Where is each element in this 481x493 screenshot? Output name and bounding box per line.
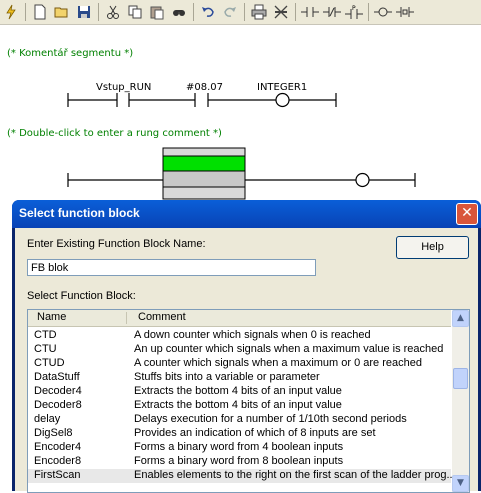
list-item-comment: Forms a binary word from 8 boolean input… — [134, 455, 344, 467]
list-item[interactable]: CTUD A counter which signals when a maxim… — [28, 357, 451, 371]
toolbar-separator — [25, 3, 26, 21]
cut-icon[interactable] — [103, 2, 123, 22]
list-item-name: DigSel8 — [34, 427, 73, 439]
list-item-comment: Extracts the bottom 4 bits of an input v… — [134, 385, 342, 397]
open-folder-icon[interactable] — [52, 2, 72, 22]
list-item-comment: Forms a binary word from 4 boolean input… — [134, 441, 344, 453]
list-item-name: Decoder8 — [34, 399, 82, 411]
select-list-label: Select Function Block: — [27, 290, 136, 302]
list-item[interactable]: Decoder4 Extracts the bottom 4 bits of an… — [28, 385, 451, 399]
find-icon[interactable] — [169, 2, 189, 22]
toolbar-separator — [295, 3, 296, 21]
rung-comment[interactable]: (* Double-click to enter a rung comment … — [7, 128, 222, 139]
list-item-name: CTD — [34, 329, 57, 341]
list-item-comment: A down counter which signals when 0 is r… — [134, 329, 371, 341]
dialog-body: Enter Existing Function Block Name: Help… — [15, 228, 478, 493]
toolbar-separator — [193, 3, 194, 21]
list-item-name: Encoder8 — [34, 455, 82, 467]
toolbar-separator — [244, 3, 245, 21]
list-item[interactable]: Encoder4 Forms a binary word from 4 boole… — [28, 441, 451, 455]
coil-icon[interactable] — [373, 2, 393, 22]
scroll-thumb[interactable] — [453, 368, 468, 389]
redo-icon[interactable] — [220, 2, 240, 22]
list-item-comment: Stuffs bits into a variable or parameter — [134, 371, 320, 383]
segment-comment[interactable]: (* Komentář segmentu *) — [7, 48, 133, 59]
rung-1[interactable] — [0, 87, 481, 112]
list-item-name: Encoder4 — [34, 441, 82, 453]
dialog-title-bar[interactable]: Select function block ✕ — [12, 200, 481, 228]
dialog-title: Select function block — [19, 206, 140, 220]
list-item-name: CTUD — [34, 357, 65, 369]
select-function-block-dialog: Select function block ✕ Enter Existing F… — [12, 200, 481, 493]
save-icon[interactable] — [74, 2, 94, 22]
list-item[interactable]: DigSel8 Provides an indication of which o… — [28, 427, 451, 441]
list-item-name: CTU — [34, 343, 57, 355]
name-field-label: Enter Existing Function Block Name: — [27, 238, 206, 250]
list-item[interactable]: CTD A down counter which signals when 0 i… — [28, 329, 451, 343]
column-header-name[interactable]: Name — [37, 311, 66, 323]
list-item-comment: An up counter which signals when a maxim… — [134, 343, 444, 355]
list-item-name: Decoder4 — [34, 385, 82, 397]
list-scrollbar[interactable]: ▲ ▼ — [452, 310, 469, 492]
list-item[interactable]: Encoder8 Forms a binary word from 8 boole… — [28, 455, 451, 469]
contact-no-icon[interactable] — [300, 2, 320, 22]
print-icon[interactable] — [249, 2, 269, 22]
close-icon[interactable]: ✕ — [456, 203, 478, 225]
list-item-comment: Delays execution for a number of 1/10th … — [134, 413, 407, 425]
copy-icon[interactable] — [125, 2, 145, 22]
list-header: Name Comment — [28, 310, 451, 327]
list-item-name: delay — [34, 413, 61, 425]
help-button[interactable]: Help — [396, 236, 469, 259]
toolbar-separator — [98, 3, 99, 21]
list-item-comment: Extracts the bottom 4 bits of an input v… — [134, 399, 342, 411]
scroll-down-icon[interactable]: ▼ — [452, 475, 469, 492]
paste-icon[interactable] — [147, 2, 167, 22]
undo-icon[interactable] — [198, 2, 218, 22]
list-item-comment: Enables elements to the right on the fir… — [134, 469, 456, 481]
list-item[interactable]: Decoder8 Extracts the bottom 4 bits of an… — [28, 399, 451, 413]
list-item-comment: Provides an indication of which of 8 inp… — [134, 427, 376, 439]
list-item[interactable]: FirstScan Enables elements to the right o… — [28, 469, 456, 483]
function-block-list[interactable]: Name Comment CTD A down counter which sig… — [27, 309, 470, 493]
scroll-up-icon[interactable]: ▲ — [452, 310, 469, 327]
lightning-icon[interactable] — [1, 2, 21, 22]
function-block-name-input[interactable]: FB blok — [27, 259, 316, 276]
cross-tool-icon[interactable] — [271, 2, 291, 22]
list-item[interactable]: DataStuff Stuffs bits into a variable or … — [28, 371, 451, 385]
list-item[interactable]: delay Delays execution for a number of 1/… — [28, 413, 451, 427]
toolbar-separator — [368, 3, 369, 21]
contact-nc-icon[interactable] — [322, 2, 342, 22]
list-item-name: DataStuff — [34, 371, 80, 383]
toolbar: P — [0, 0, 481, 25]
coil-set-icon[interactable] — [395, 2, 415, 22]
column-divider[interactable] — [126, 312, 127, 324]
list-item[interactable]: CTU An up counter which signals when a ma… — [28, 343, 451, 357]
new-file-icon[interactable] — [30, 2, 50, 22]
list-item-comment: A counter which signals when a maximum o… — [134, 357, 422, 369]
list-item-name: FirstScan — [34, 469, 81, 481]
column-header-comment[interactable]: Comment — [138, 311, 186, 323]
svg-text:P: P — [352, 5, 356, 12]
contact-p-icon[interactable]: P — [344, 2, 364, 22]
